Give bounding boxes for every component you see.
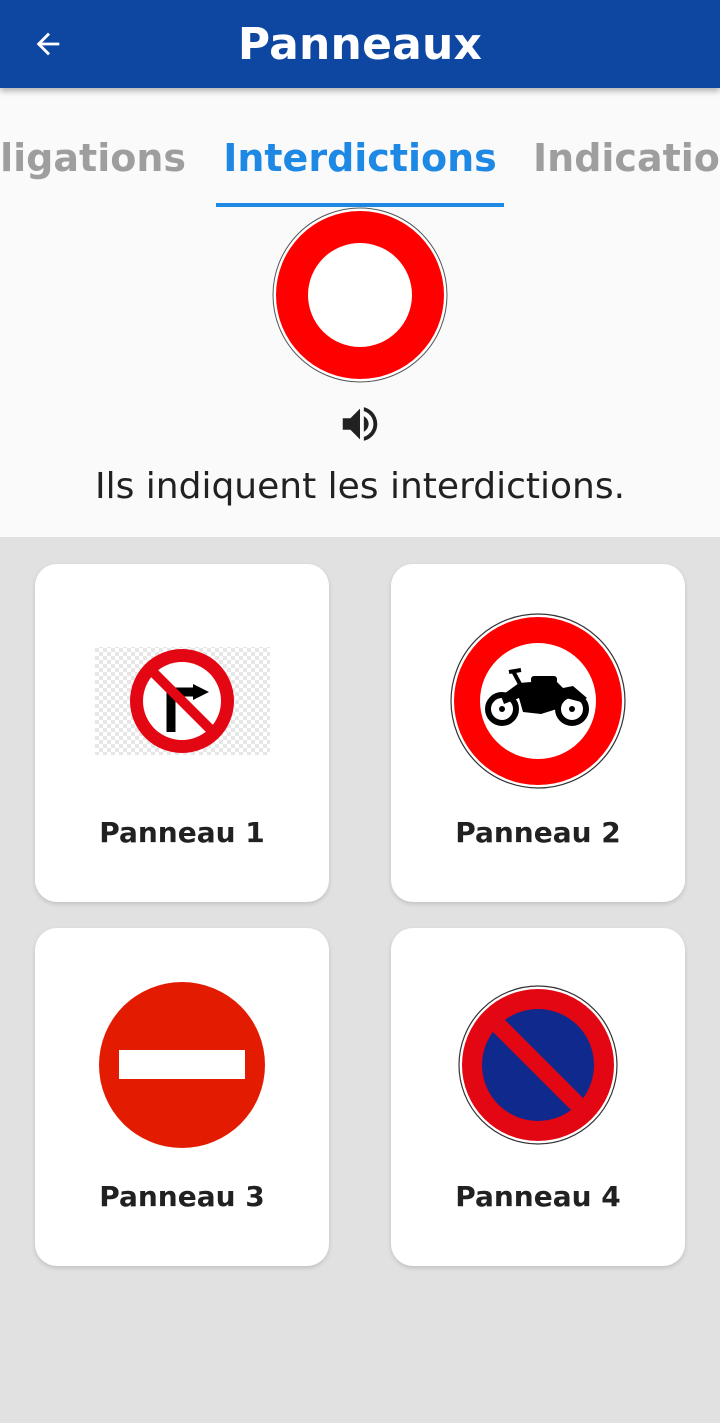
sign-card-4[interactable]: Panneau 4 [391, 928, 685, 1266]
sign-card-label: Panneau 3 [99, 1180, 265, 1213]
tab-bar: Obligations Interdictions Indications [0, 88, 720, 208]
category-panel: Obligations Interdictions Indications Il… [0, 88, 720, 537]
no-right-turn-sign-icon [95, 647, 270, 755]
sign-card-2[interactable]: Panneau 2 [391, 564, 685, 902]
sign-card-1[interactable]: Panneau 1 [35, 564, 329, 902]
category-description: Ils indiquent les interdictions. [94, 466, 626, 507]
app-bar: Panneaux [0, 0, 720, 88]
no-motorcycles-sign-icon [450, 613, 626, 789]
no-parking-sign-icon [458, 985, 618, 1145]
sign-card-label: Panneau 4 [455, 1180, 621, 1213]
sign-card-label: Panneau 1 [99, 816, 265, 849]
prohibition-sign-icon [272, 207, 448, 383]
tab-obligations[interactable]: Obligations [0, 136, 186, 192]
tab-indications[interactable]: Indications [533, 136, 720, 192]
tab-interdictions[interactable]: Interdictions [216, 136, 504, 192]
no-entry-sign-icon [99, 982, 265, 1148]
play-audio-button[interactable] [334, 398, 386, 450]
sign-card-label: Panneau 2 [455, 816, 621, 849]
sign-card-3[interactable]: Panneau 3 [35, 928, 329, 1266]
speaker-icon [342, 407, 378, 441]
page-title: Panneaux [237, 18, 483, 70]
